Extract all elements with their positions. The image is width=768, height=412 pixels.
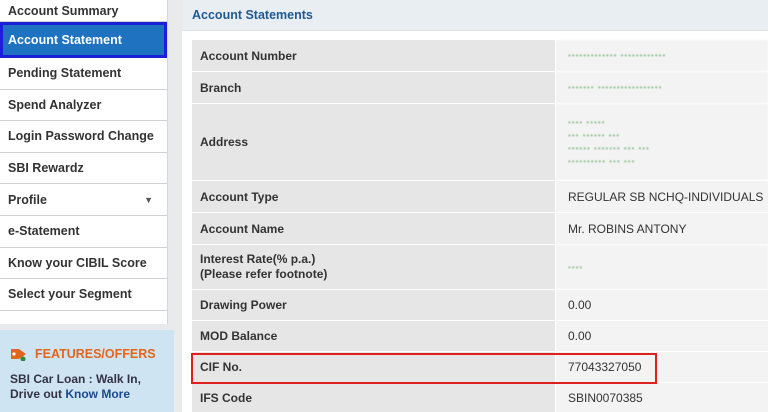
row-label-address: Address [192,104,556,180]
row-label-account-number: Account Number [192,40,556,71]
row-label-interest-rate: Interest Rate(% p.a.) (Please refer foot… [192,245,556,289]
row-value-ifs-code: SBIN0070385 [556,383,768,412]
row-label-branch: Branch [192,72,556,103]
row-value-account-name: Mr. ROBINS ANTONY [556,213,768,244]
row-value-branch: ••••••• ••••••••••••••••• [556,72,768,103]
table-row: MOD Balance 0.00 [192,321,768,352]
table-row: Interest Rate(% p.a.) (Please refer foot… [192,245,768,290]
sidebar-item-label: Profile [8,192,47,207]
sidebar-item-label: Pending Statement [8,66,122,81]
know-more-link[interactable]: Know More [65,387,130,401]
table-row: Branch ••••••• ••••••••••••••••• [192,72,768,104]
row-value-address: •••• ••••• ••• •••••• ••• •••••• •••••••… [556,104,768,180]
row-value-account-type: REGULAR SB NCHQ-INDIVIDUALS [556,181,768,212]
account-statements-panel: Account Statements Account Number ••••••… [182,0,768,412]
sidebar-item-label: Account Summary [8,3,119,18]
sidebar-item-label: Select your Segment [8,287,132,302]
row-value-cif-no: 77043327050 [556,352,768,382]
table-row: Drawing Power 0.00 [192,290,768,321]
row-label-drawing-power: Drawing Power [192,290,556,320]
page: Account Summary Account Statement Pendin… [0,0,768,412]
sidebar-item-sbi-rewardz[interactable]: SBI Rewardz [0,152,167,185]
account-details-table: Account Number ••••••••••••• •••••••••••… [192,40,768,412]
features-text: SBI Car Loan : Walk In, Drive out Know M… [0,366,174,402]
sidebar-item-account-statement[interactable]: Account Statement [0,22,167,58]
sidebar-item-pending-statement[interactable]: Pending Statement [0,58,167,90]
interest-rate-label: Interest Rate(% p.a.) [200,252,316,266]
features-offers-panel: FEATURES/OFFERS SBI Car Loan : Walk In, … [0,330,174,412]
sidebar-item-cibil-score[interactable]: Know your CIBIL Score [0,247,167,280]
row-value-mod-balance: 0.00 [556,321,768,351]
features-line-1: SBI Car Loan : Walk In, [10,372,141,386]
tag-icon [10,347,28,361]
row-value-account-number: ••••••••••••• •••••••••••• [556,40,768,71]
features-header: FEATURES/OFFERS [0,330,174,366]
table-row: Account Type REGULAR SB NCHQ-INDIVIDUALS [192,181,768,213]
features-title: FEATURES/OFFERS [35,347,156,361]
sidebar-item-select-segment[interactable]: Select your Segment [0,279,167,311]
row-label-account-name: Account Name [192,213,556,244]
sidebar-item-label: Know your CIBIL Score [8,255,147,270]
sidebar-item-label: Spend Analyzer [8,97,102,112]
row-label-mod-balance: MOD Balance [192,321,556,351]
sidebar-item-account-summary[interactable]: Account Summary [0,0,167,22]
sidebar-item-login-password-change[interactable]: Login Password Change [0,121,167,153]
row-label-account-type: Account Type [192,181,556,212]
sidebar-item-spend-analyzer[interactable]: Spend Analyzer [0,89,167,122]
sidebar-item-e-statement[interactable]: e-Statement [0,215,167,248]
sidebar-item-label: Login Password Change [8,129,154,144]
table-row: CIF No. 77043327050 [192,352,768,383]
table-row: IFS Code SBIN0070385 [192,383,768,412]
caret-down-icon: ▼ [144,194,153,205]
sidebar-item-label: Account Statement [8,33,122,47]
sidebar-item-profile[interactable]: Profile ▼ [0,184,167,216]
panel-title: Account Statements [182,0,768,31]
row-label-cif-no: CIF No. [192,352,556,382]
row-value-interest-rate: •••• [556,245,768,289]
sidebar-menu: Account Summary Account Statement Pendin… [0,0,168,324]
interest-rate-footnote: (Please refer footnote) [200,267,328,281]
features-line-2: Drive out [10,387,66,401]
table-row: Address •••• ••••• ••• •••••• ••• ••••••… [192,104,768,181]
sidebar-item-label: e-Statement [8,224,80,239]
row-value-drawing-power: 0.00 [556,290,768,320]
sidebar-item-label: SBI Rewardz [8,161,84,176]
table-row: Account Number ••••••••••••• •••••••••••… [192,40,768,72]
row-label-ifs-code: IFS Code [192,383,556,412]
table-row: Account Name Mr. ROBINS ANTONY [192,213,768,245]
